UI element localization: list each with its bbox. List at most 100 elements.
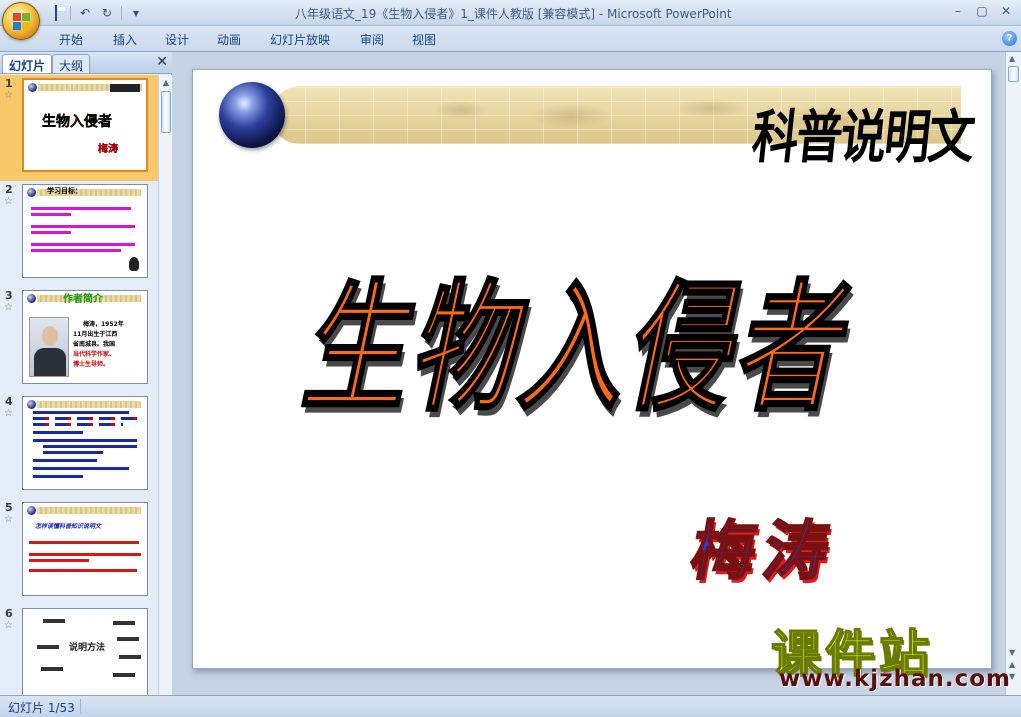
tab-slides[interactable]: 幻灯片	[2, 54, 53, 73]
cartoon-figure-icon	[129, 257, 139, 271]
slide-author[interactable]: 梅涛	[684, 500, 845, 592]
tab-animation[interactable]: 动画	[217, 31, 241, 48]
thumb-line: 博士生导师。	[73, 361, 110, 368]
close-window-button[interactable]: ✕	[995, 2, 1017, 20]
tab-view[interactable]: 视图	[412, 31, 436, 48]
tab-insert[interactable]: 插入	[113, 31, 137, 48]
save-icon	[55, 5, 57, 21]
thumb-text-line	[37, 645, 59, 649]
thumb-text-line	[33, 467, 129, 470]
redo-button[interactable]: ↻	[99, 5, 115, 21]
toolbar-separator	[70, 6, 71, 20]
editor-scrollbar[interactable]: ▲ ▼ ▲ ▼	[1005, 52, 1021, 695]
thumb-line: 11月出生于江西	[73, 331, 118, 338]
thumb-text-line	[33, 431, 83, 434]
globe-icon	[27, 188, 36, 197]
slide-thumbnail-6[interactable]: 6 ☆ 说明方法	[0, 605, 158, 695]
toolbar-separator	[121, 6, 122, 20]
thumb-heading: 说明方法	[69, 643, 106, 653]
close-pane-icon[interactable]: ✕	[156, 54, 168, 70]
save-button[interactable]	[48, 5, 64, 21]
thumb-line: 当代科学作家、	[73, 351, 116, 358]
animation-star-icon: ☆	[4, 302, 13, 313]
slides-pane-scrollbar[interactable]: ▲	[158, 75, 172, 695]
thumb-text-line	[119, 655, 141, 659]
minimize-button[interactable]: –	[947, 2, 969, 20]
scrollbar-thumb[interactable]	[1008, 66, 1019, 82]
slide-number: 1	[5, 77, 13, 90]
restore-button[interactable]: ▢	[971, 2, 993, 20]
thumb-text-line	[29, 559, 89, 562]
thumb-text-line	[33, 423, 123, 426]
thumb-text-line	[29, 541, 139, 544]
undo-button[interactable]: ↶	[77, 5, 93, 21]
tab-outline[interactable]: 大纲	[52, 54, 91, 73]
window-title: 八年级语文_19《生物入侵者》1_课件人教版 [兼容模式] - Microsof…	[295, 7, 732, 21]
globe-icon	[28, 83, 37, 92]
thumb-text-line	[43, 451, 103, 454]
thumb-text-line	[33, 459, 97, 462]
tab-design[interactable]: 设计	[165, 31, 189, 48]
customize-toolbar-button[interactable]: ▾	[128, 5, 144, 21]
genre-label[interactable]: 科普说明文	[749, 92, 978, 175]
slide-preview: 学习目标：	[22, 184, 148, 278]
thumb-text-line	[33, 475, 83, 478]
scroll-up-arrow-icon[interactable]: ▲	[1009, 54, 1015, 63]
scroll-down-arrow-icon[interactable]: ▼	[1009, 648, 1015, 657]
office-logo-icon	[13, 13, 31, 31]
slide-number: 5	[5, 501, 13, 514]
thumb-text-line	[43, 445, 137, 448]
slide-thumbnail-5[interactable]: 5 ☆ 怎样读懂科普知识说明文	[0, 499, 158, 605]
thumb-heading: 怎样读懂科普知识说明文	[35, 523, 102, 530]
title-bar: ↶ ↻ ▾ 八年级语文_19《生物入侵者》1_课件人教版 [兼容模式] - Mi…	[0, 0, 1021, 26]
thumb-text-line	[33, 439, 137, 442]
slide-thumbnail-list: 1 ☆ 生物入侵者 梅涛 2 ☆ 学习目标： 3 ☆ 作者简介 梅涛，1952年…	[0, 75, 158, 695]
thumb-line: 梅涛，1952年	[83, 321, 124, 328]
animation-star-icon: ☆	[4, 90, 13, 101]
help-icon[interactable]: ?	[1002, 31, 1017, 46]
globe-icon	[219, 82, 285, 148]
thumb-title: 生物入侵者	[42, 114, 112, 130]
office-button[interactable]	[2, 2, 40, 40]
slide-title[interactable]: 生物入侵者	[291, 234, 874, 438]
thumb-text-line	[113, 673, 135, 677]
thumb-text-line	[43, 619, 65, 623]
status-divider	[80, 699, 81, 714]
thumb-text-line	[29, 569, 137, 572]
slide-number: 3	[5, 289, 13, 302]
tab-slideshow[interactable]: 幻灯片放映	[270, 31, 330, 48]
slide-preview: 作者简介 梅涛，1952年 11月出生于江西 省南城县。我国 当代科学作家、 博…	[22, 290, 148, 384]
current-slide[interactable]: 科普说明文 生物入侵者 梅涛	[192, 69, 992, 669]
thumb-line: 省南城县。我国	[73, 341, 116, 348]
slide-thumbnail-3[interactable]: 3 ☆ 作者简介 梅涛，1952年 11月出生于江西 省南城县。我国 当代科学作…	[0, 287, 158, 393]
globe-icon	[27, 400, 36, 409]
slide-thumbnail-2[interactable]: 2 ☆ 学习目标：	[0, 181, 158, 287]
quick-access-toolbar: ↶ ↻ ▾	[48, 4, 144, 22]
tab-review[interactable]: 审阅	[360, 31, 384, 48]
thumb-heading: 作者简介	[63, 294, 103, 305]
thumb-heading: 学习目标：	[47, 187, 82, 195]
watermark-url-text: www.kjzhan.com	[779, 666, 1011, 692]
pane-tabs: 幻灯片 大纲 ✕	[0, 52, 172, 74]
slide-preview: 生物入侵者 梅涛	[22, 78, 148, 172]
thumb-text-line	[31, 225, 135, 228]
scrollbar-thumb[interactable]	[161, 91, 171, 133]
slide-thumbnail-4[interactable]: 4 ☆	[0, 393, 158, 499]
scroll-up-arrow-icon[interactable]: ▲	[161, 78, 171, 88]
author-photo	[29, 317, 69, 377]
thumb-genre-block	[110, 84, 140, 92]
slide-preview: 说明方法	[22, 608, 148, 695]
slide-thumbnail-1[interactable]: 1 ☆ 生物入侵者 梅涛	[0, 75, 158, 181]
slide-number: 6	[5, 607, 13, 620]
animation-star-icon: ☆	[4, 514, 13, 525]
thumb-text-line	[117, 637, 139, 641]
tab-home[interactable]: 开始	[59, 31, 83, 48]
map-strip	[37, 507, 141, 514]
globe-icon	[27, 294, 36, 303]
thumb-text-line	[31, 213, 71, 216]
ribbon-tabs: 开始 插入 设计 动画 幻灯片放映 审阅 视图 ?	[0, 26, 1021, 52]
thumb-text-line	[31, 231, 71, 234]
thumb-text-line	[29, 553, 141, 556]
thumb-text-line	[31, 243, 135, 246]
slide-preview	[22, 396, 148, 490]
